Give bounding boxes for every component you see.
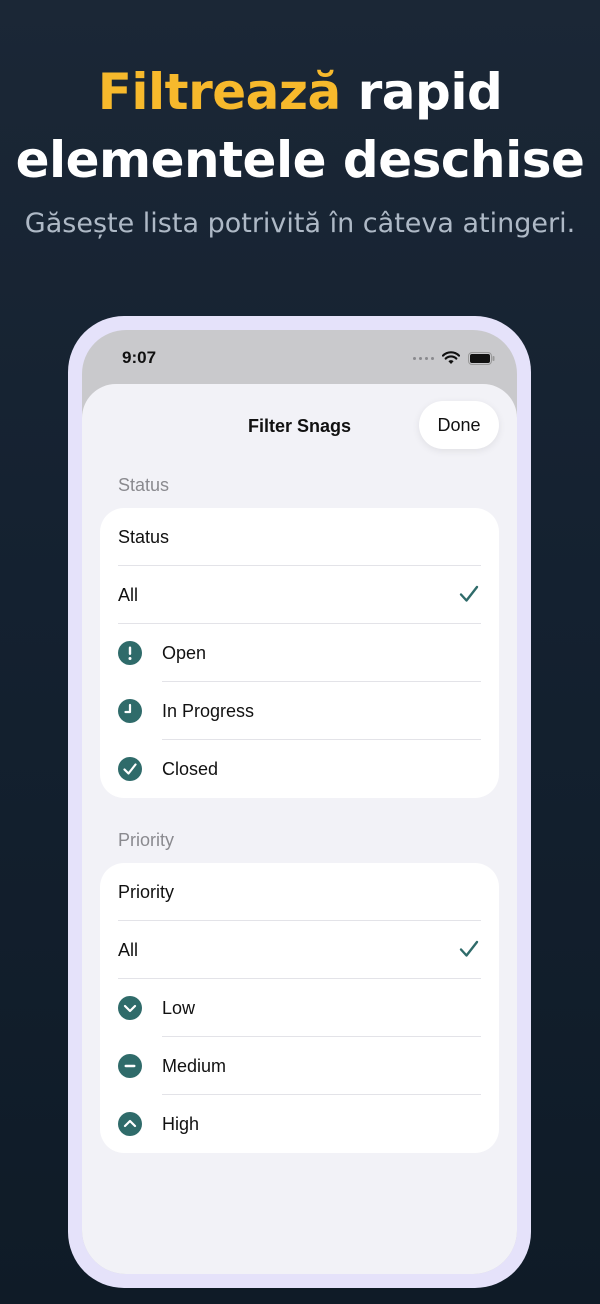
option-label: High xyxy=(162,1113,200,1134)
status-picker-label: Status xyxy=(118,526,170,547)
hero-title-accent: Filtrează xyxy=(97,63,342,121)
hero-title-rest: rapid xyxy=(340,63,503,121)
hero-title-line2: elementele deschise xyxy=(15,131,585,189)
priority-picker-label: Priority xyxy=(118,881,175,902)
option-label: In Progress xyxy=(162,700,255,721)
status-bar: 9:07 xyxy=(82,330,517,386)
option-label: Closed xyxy=(162,758,219,779)
option-label: All xyxy=(118,584,139,605)
priority-option-medium[interactable]: Medium xyxy=(100,1037,499,1095)
status-option-open[interactable]: Open xyxy=(100,624,499,682)
done-button[interactable]: Done xyxy=(419,401,499,449)
hero-subtitle: Găsește lista potrivită în câteva atinge… xyxy=(24,208,576,239)
filter-sheet: Filter Snags Done Status Status All Open… xyxy=(82,384,517,1274)
minus-circle-icon xyxy=(118,1054,142,1078)
status-option-closed[interactable]: Closed xyxy=(100,740,499,798)
checkmark-icon xyxy=(459,940,479,957)
checkmark-circle-icon xyxy=(118,757,142,781)
priority-option-high[interactable]: High xyxy=(100,1095,499,1153)
battery-icon xyxy=(468,351,495,365)
exclamation-icon xyxy=(118,641,142,665)
phone-frame: 9:07 Filter Snags Done Status Status All… xyxy=(68,316,531,1288)
chevron-up-circle-icon xyxy=(118,1112,142,1136)
status-group: Status All Open In Progress Closed xyxy=(100,508,499,798)
priority-group: Priority All Low Medium High xyxy=(100,863,499,1153)
checkmark-icon xyxy=(459,585,479,602)
chevron-down-circle-icon xyxy=(118,996,142,1020)
status-picker-label-row: Status xyxy=(100,508,499,566)
hero-title: Filtrează rapid elementele deschise xyxy=(0,58,600,194)
option-label: Medium xyxy=(162,1055,227,1076)
priority-option-all[interactable]: All xyxy=(100,921,499,979)
signal-dots-icon xyxy=(413,356,434,360)
phone-screen: 9:07 Filter Snags Done Status Status All… xyxy=(82,330,517,1274)
option-label: Open xyxy=(162,642,207,663)
status-option-in-progress[interactable]: In Progress xyxy=(100,682,499,740)
priority-picker-label-row: Priority xyxy=(100,863,499,921)
priority-option-low[interactable]: Low xyxy=(100,979,499,1037)
status-section-header: Status xyxy=(118,475,170,495)
option-label: Low xyxy=(162,997,196,1018)
priority-section-header: Priority xyxy=(118,830,175,850)
status-time: 9:07 xyxy=(122,348,157,367)
clock-icon xyxy=(118,699,142,723)
status-icons xyxy=(413,350,495,366)
wifi-icon xyxy=(442,351,460,364)
option-label: All xyxy=(118,939,139,960)
status-option-all[interactable]: All xyxy=(100,566,499,624)
